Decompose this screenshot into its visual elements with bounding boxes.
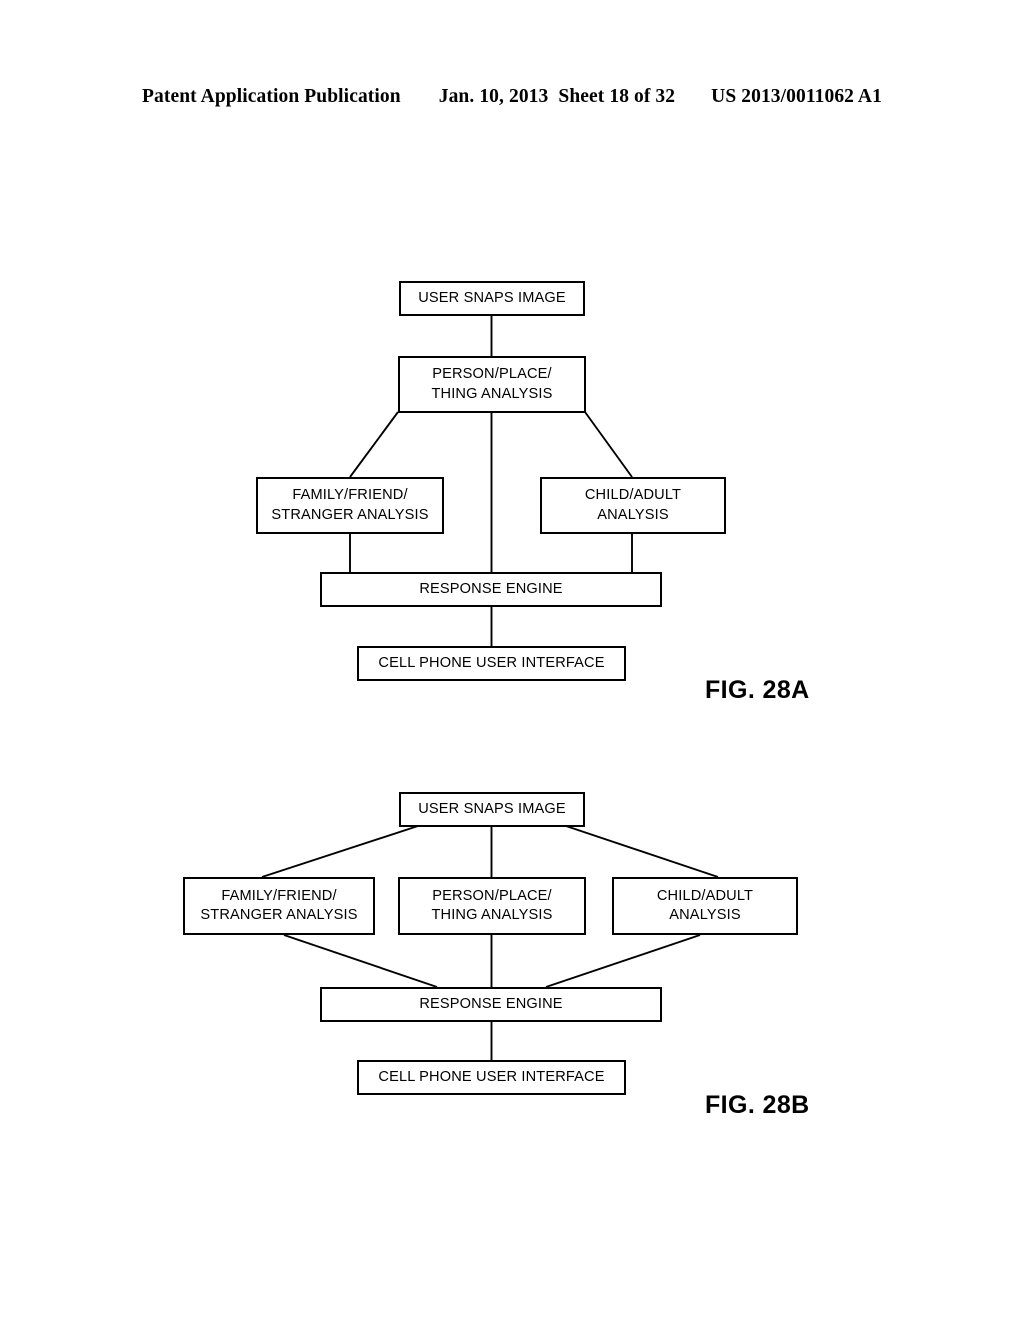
patent-page: Patent Application Publication Jan. 10, … xyxy=(0,0,1024,1320)
node-user-snaps-image[interactable]: USER SNAPS IMAGE xyxy=(399,281,585,316)
node-response-engine[interactable]: RESPONSE ENGINE xyxy=(320,987,662,1022)
node-family-friend-stranger-analysis[interactable]: FAMILY/FRIEND/ STRANGER ANALYSIS xyxy=(183,877,375,935)
node-label: CELL PHONE USER INTERFACE xyxy=(378,1068,605,1085)
node-response-engine[interactable]: RESPONSE ENGINE xyxy=(320,572,662,607)
connector-b-2 xyxy=(565,825,719,878)
node-label: PERSON/PLACE/ THING ANALYSIS xyxy=(431,887,553,923)
node-person-place-thing-analysis[interactable]: PERSON/PLACE/ THING ANALYSIS xyxy=(398,877,586,935)
node-label: FAMILY/FRIEND/ STRANGER ANALYSIS xyxy=(271,487,429,523)
node-person-place-thing-analysis[interactable]: PERSON/PLACE/ THING ANALYSIS xyxy=(398,356,586,413)
node-label: RESPONSE ENGINE xyxy=(419,580,563,597)
node-cell-phone-user-interface[interactable]: CELL PHONE USER INTERFACE xyxy=(357,646,626,681)
node-child-adult-analysis[interactable]: CHILD/ADULT ANALYSIS xyxy=(540,477,726,534)
connector-b-1 xyxy=(261,825,419,878)
node-label: CELL PHONE USER INTERFACE xyxy=(378,654,605,671)
node-label: PERSON/PLACE/ THING ANALYSIS xyxy=(431,366,553,402)
node-label: RESPONSE ENGINE xyxy=(419,995,563,1012)
figure-caption-28b: FIG. 28B xyxy=(705,1091,810,1119)
node-child-adult-analysis[interactable]: CHILD/ADULT ANALYSIS xyxy=(612,877,798,935)
node-family-friend-stranger-analysis[interactable]: FAMILY/FRIEND/ STRANGER ANALYSIS xyxy=(256,477,444,534)
connector-b-4 xyxy=(283,934,438,988)
node-cell-phone-user-interface[interactable]: CELL PHONE USER INTERFACE xyxy=(357,1060,626,1095)
node-label: FAMILY/FRIEND/ STRANGER ANALYSIS xyxy=(200,887,358,923)
node-label: CHILD/ADULT ANALYSIS xyxy=(584,487,682,523)
node-label: USER SNAPS IMAGE xyxy=(418,289,566,306)
node-user-snaps-image[interactable]: USER SNAPS IMAGE xyxy=(399,792,585,827)
node-label: USER SNAPS IMAGE xyxy=(418,800,566,817)
connector-b-5 xyxy=(545,934,701,988)
node-label: CHILD/ADULT ANALYSIS xyxy=(656,887,754,923)
